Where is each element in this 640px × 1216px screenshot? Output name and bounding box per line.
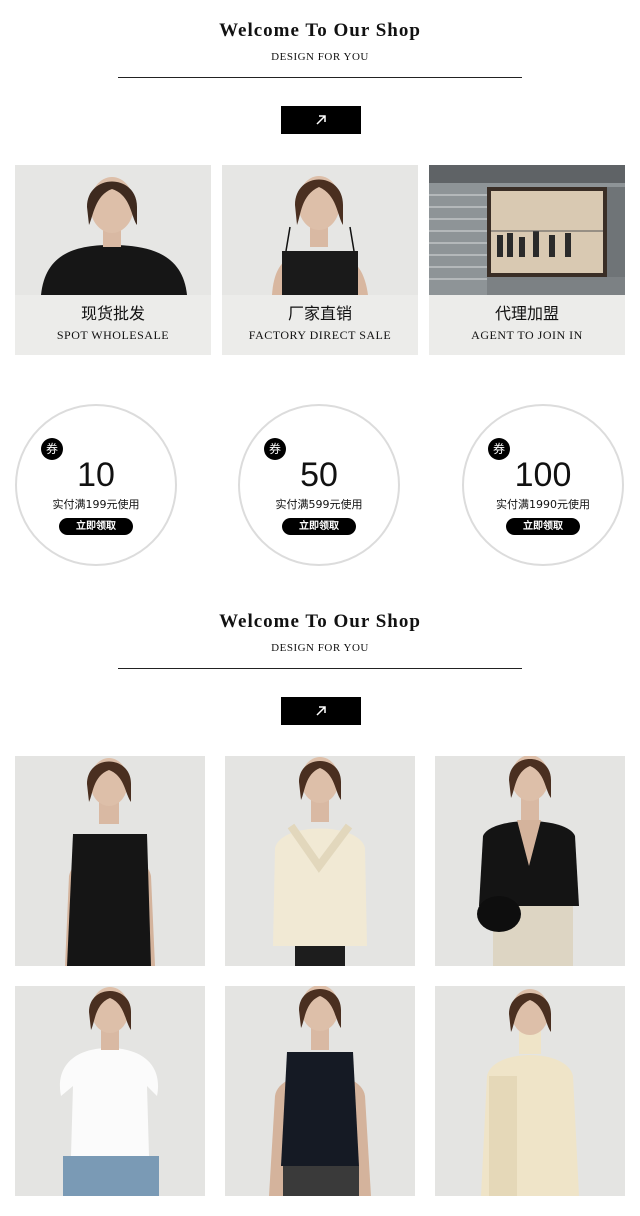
- category-card-spot-wholesale[interactable]: 现货批发 SPOT WHOLESALE: [15, 165, 211, 355]
- coupon-condition: 实付满599元使用: [275, 498, 363, 511]
- category-label-en: FACTORY DIRECT SALE: [248, 328, 392, 342]
- bottom-section-header: Welcome To Our Shop DESIGN FOR YOU: [0, 611, 640, 655]
- claim-coupon-button[interactable]: 立即领取: [282, 518, 356, 535]
- more-arrow-button[interactable]: [281, 106, 361, 134]
- coupon-amount: 10: [77, 456, 115, 494]
- category-label-zh: 现货批发: [80, 306, 145, 323]
- section-subtitle: DESIGN FOR YOU: [271, 51, 369, 63]
- category-card-agent-join[interactable]: 代理加盟 AGENT TO JOIN IN: [429, 165, 625, 355]
- section-divider: [118, 77, 522, 78]
- section-divider: [118, 668, 522, 669]
- product-image-white-tee[interactable]: [15, 986, 205, 1196]
- coupon-condition: 实付满1990元使用: [496, 498, 590, 511]
- coupon-100: 券 100 实付满1990元使用 立即领取: [462, 404, 624, 566]
- product-image-cream-turtleneck[interactable]: [435, 986, 625, 1196]
- coupon-condition: 实付满199元使用: [52, 498, 140, 511]
- product-image-black-cardigan[interactable]: [435, 756, 625, 966]
- product-image-navy-tank[interactable]: [225, 986, 415, 1196]
- section-subtitle: DESIGN FOR YOU: [271, 642, 369, 654]
- section-title: Welcome To Our Shop: [219, 20, 421, 41]
- top-section-header: Welcome To Our Shop DESIGN FOR YOU: [0, 20, 640, 64]
- category-photo: [15, 165, 211, 295]
- category-label-zh: 厂家直销: [287, 306, 352, 323]
- coupon-amount: 50: [300, 456, 338, 494]
- category-photo: [222, 165, 418, 295]
- claim-coupon-button[interactable]: 立即领取: [59, 518, 133, 535]
- category-card-factory-direct[interactable]: 厂家直销 FACTORY DIRECT SALE: [222, 165, 418, 355]
- product-image-cream-knit[interactable]: [225, 756, 415, 966]
- more-arrow-button[interactable]: [281, 697, 361, 725]
- category-label-en: AGENT TO JOIN IN: [471, 328, 583, 342]
- section-title: Welcome To Our Shop: [219, 611, 421, 632]
- coupon-10: 券 10 实付满199元使用 立即领取: [15, 404, 177, 566]
- category-photo: [429, 165, 625, 295]
- category-label-en: SPOT WHOLESALE: [56, 328, 170, 342]
- product-image-black-cami[interactable]: [15, 756, 205, 966]
- arrow-up-right-icon: [316, 115, 326, 125]
- coupon-50: 券 50 实付满599元使用 立即领取: [238, 404, 400, 566]
- category-label-zh: 代理加盟: [494, 306, 559, 323]
- arrow-up-right-icon: [316, 706, 326, 716]
- coupon-amount: 100: [514, 456, 572, 494]
- claim-coupon-button[interactable]: 立即领取: [506, 518, 580, 535]
